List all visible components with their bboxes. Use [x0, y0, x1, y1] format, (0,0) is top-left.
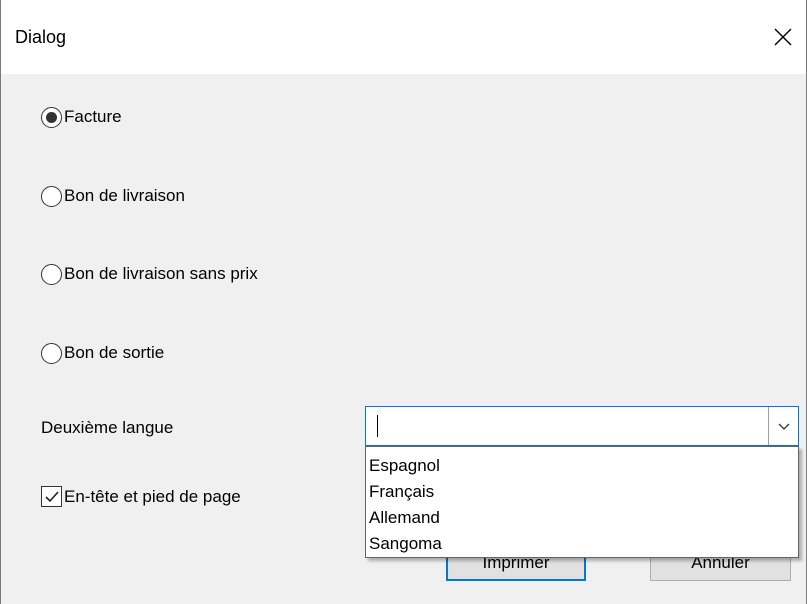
close-button[interactable]: [760, 14, 806, 60]
radio-label: Bon de sortie: [64, 343, 165, 362]
dropdown-option[interactable]: Sangoma: [366, 531, 798, 557]
header-footer-checkbox[interactable]: [41, 486, 62, 507]
title-bar: Dialog: [1, 0, 806, 74]
radio-button[interactable]: [41, 263, 62, 285]
radio-label: Bon de livraison sans prix: [64, 264, 258, 283]
radio-bon-de-livraison[interactable]: Bon de livraison: [41, 184, 185, 208]
radio-label: Bon de livraison: [64, 186, 185, 205]
dropdown-option[interactable]: Français: [366, 479, 798, 505]
header-footer-checkbox-row[interactable]: En-tête et pied de page: [41, 486, 241, 507]
radio-facture[interactable]: Facture: [41, 105, 122, 129]
language-combobox[interactable]: [365, 406, 799, 446]
radio-bon-de-sortie[interactable]: Bon de sortie: [41, 341, 164, 365]
dialog-title: Dialog: [15, 27, 67, 47]
checkmark-icon: [44, 490, 59, 502]
radio-selected-dot: [46, 111, 57, 123]
radio-button[interactable]: [41, 342, 62, 364]
radio-label: Facture: [64, 107, 122, 126]
language-dropdown-list: Espagnol Français Allemand Sangoma: [365, 446, 799, 558]
dialog-window: Dialog Facture Bon de livraison Bon de l…: [0, 0, 807, 604]
radio-button[interactable]: [41, 106, 62, 128]
radio-button[interactable]: [41, 185, 62, 207]
dropdown-option[interactable]: Espagnol: [366, 453, 798, 479]
dropdown-option[interactable]: Allemand: [366, 505, 798, 531]
radio-bon-de-livraison-sans-prix[interactable]: Bon de livraison sans prix: [41, 262, 258, 286]
dropdown-toggle[interactable]: [768, 407, 798, 445]
language-label: Deuxième langue: [41, 418, 174, 437]
close-icon: [774, 28, 792, 46]
text-caret: [377, 415, 378, 437]
chevron-down-icon: [778, 423, 789, 430]
header-footer-label: En-tête et pied de page: [64, 486, 241, 506]
